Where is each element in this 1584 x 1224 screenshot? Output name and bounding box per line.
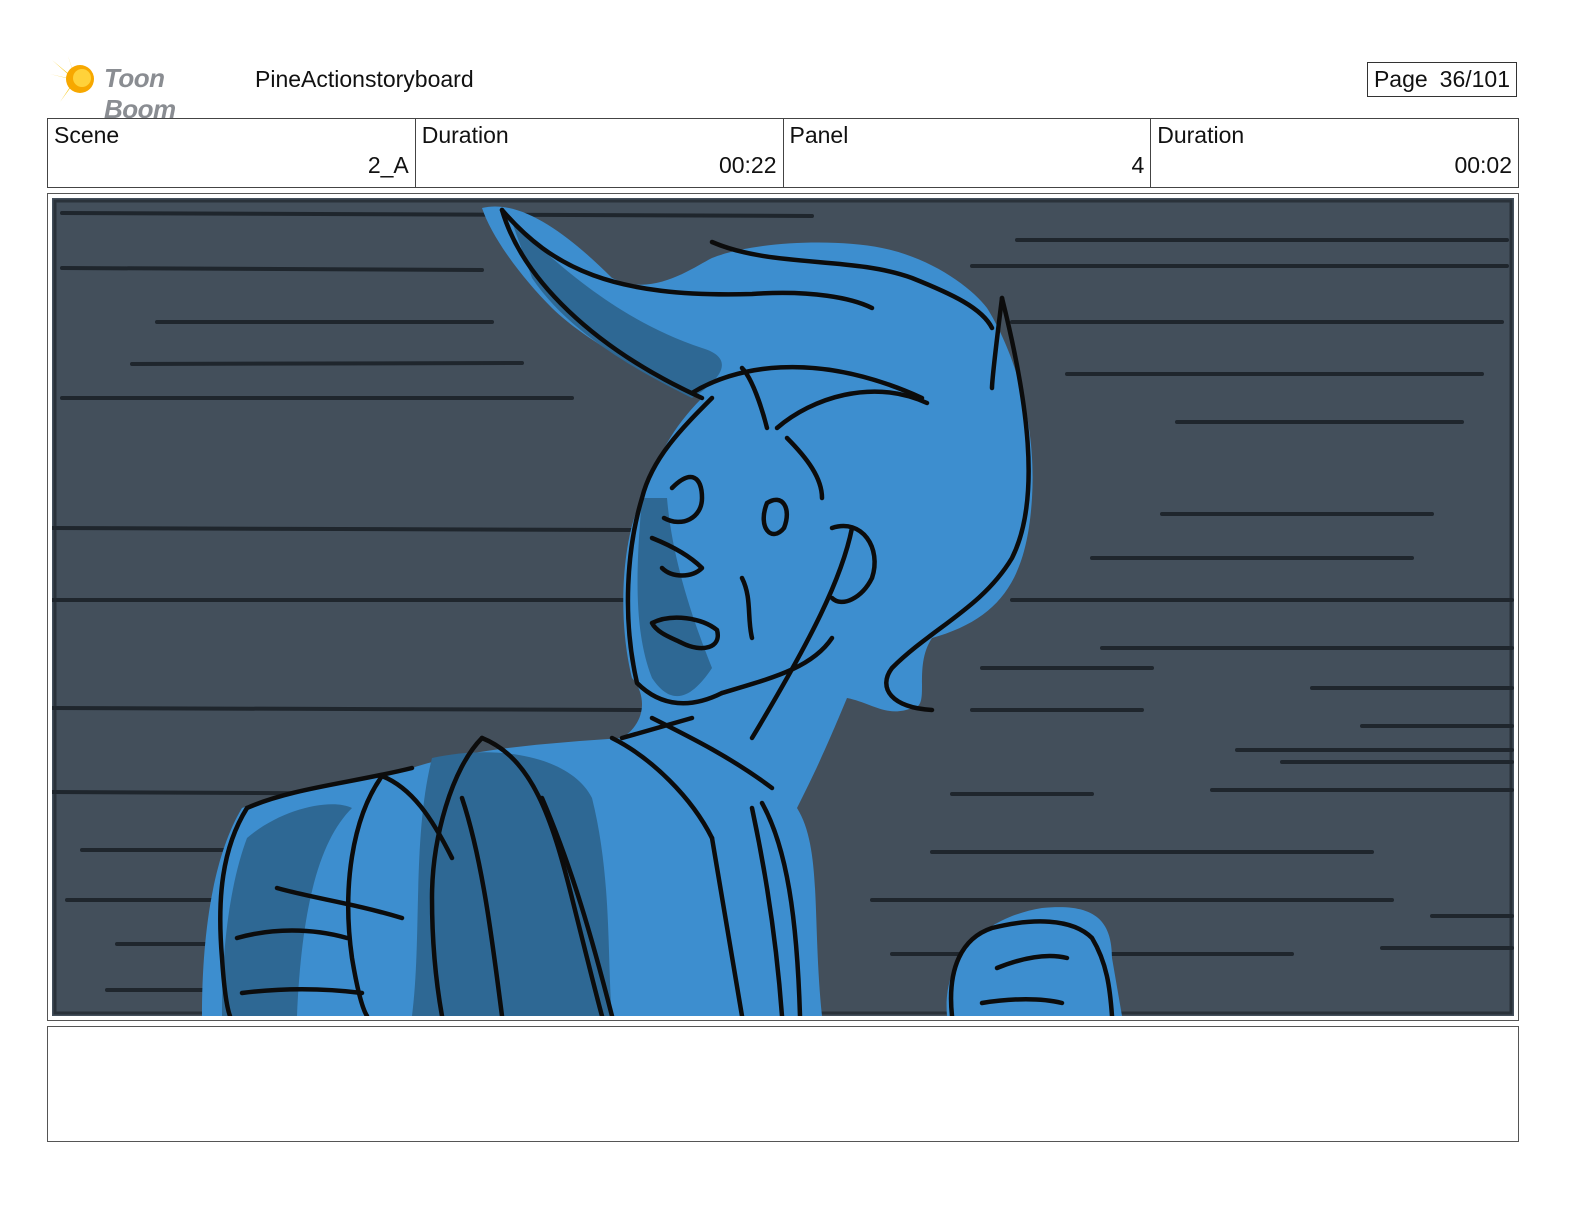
panel-notes-box — [47, 1026, 1519, 1142]
panel-value: 4 — [1131, 152, 1145, 178]
scene-cell: Scene 2_A — [48, 119, 416, 187]
panel-frame — [47, 193, 1519, 1021]
storyboard-drawing — [52, 198, 1514, 1016]
page-indicator: Page 36/101 — [1367, 62, 1517, 97]
scene-value: 2_A — [367, 152, 409, 178]
panel-artwork — [52, 198, 1514, 1016]
panel-cell: Panel 4 — [784, 119, 1152, 187]
page-label: Page — [1373, 66, 1428, 92]
panel-duration-cell: Duration 00:02 — [1151, 119, 1518, 187]
logo-text: Toon Boom — [104, 63, 176, 124]
panel-label: Panel — [789, 122, 849, 148]
scene-info-table: Scene 2_A Duration 00:22 Panel 4 Duratio… — [47, 118, 1519, 188]
scene-duration-value: 00:22 — [718, 152, 777, 178]
panel-duration-label: Duration — [1157, 122, 1245, 148]
starburst-icon — [50, 56, 94, 102]
project-title: PineActionstoryboard — [255, 66, 474, 92]
scene-label: Scene — [54, 122, 120, 148]
panel-duration-value: 00:02 — [1454, 152, 1512, 178]
page-number: 36/101 — [1439, 66, 1511, 92]
scene-duration-label: Duration — [421, 122, 509, 148]
scene-duration-cell: Duration 00:22 — [416, 119, 784, 187]
toon-boom-logo: Toon Boom — [50, 54, 240, 124]
